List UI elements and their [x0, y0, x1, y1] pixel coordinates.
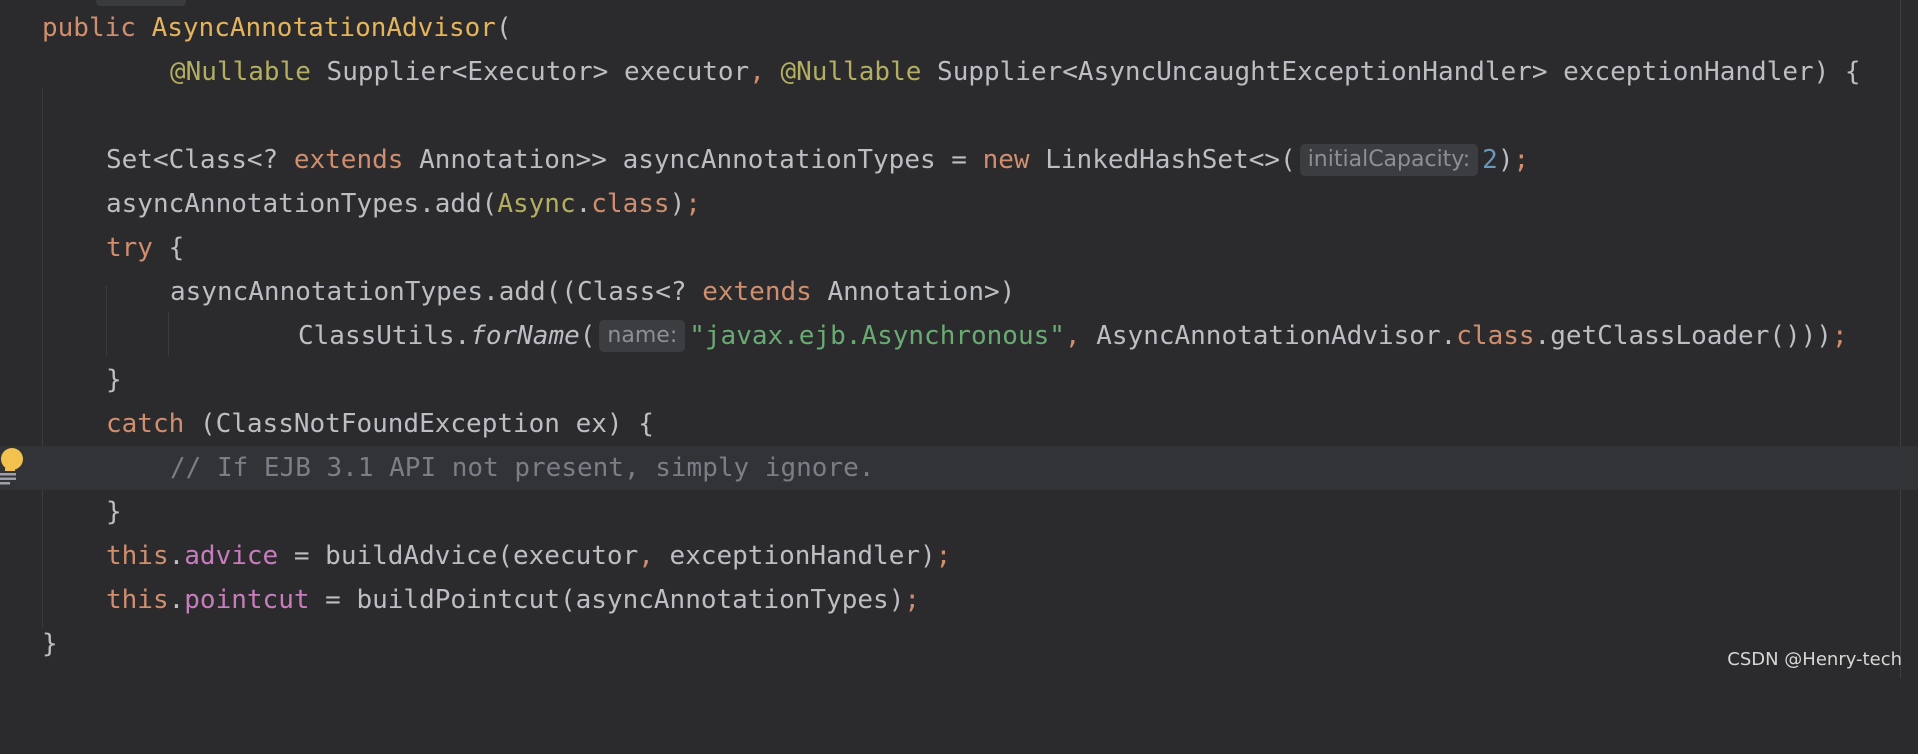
keyword: catch	[106, 409, 185, 439]
dot: .	[168, 541, 185, 571]
code-text: = buildPointcut(asyncAnnotationTypes)	[309, 585, 905, 615]
brace: }	[106, 497, 122, 527]
comma: ,	[638, 541, 654, 571]
keyword: public	[42, 13, 136, 43]
keyword: new	[982, 145, 1030, 175]
method-name: forName	[470, 321, 580, 351]
keyword: extends	[702, 277, 812, 307]
string-literal: "javax.ejb.Asynchronous"	[689, 321, 1065, 351]
keyword: class	[1456, 321, 1535, 351]
keyword: this	[106, 541, 169, 571]
code-text: )	[1497, 145, 1514, 175]
dot: .	[575, 189, 592, 219]
code-line-6[interactable]: try {	[0, 226, 184, 270]
code-text: AsyncAnnotationAdvisor.	[1080, 321, 1457, 351]
code-line-4[interactable]: Set<Class<? extends Annotation>> asyncAn…	[0, 138, 1529, 182]
code-line-10[interactable]: catch (ClassNotFoundException ex) {	[0, 402, 654, 446]
code-text: = buildAdvice(executor	[278, 541, 639, 571]
number-literal: 2	[1482, 145, 1498, 175]
code-text: (ClassNotFoundException ex) {	[184, 409, 654, 439]
code-line-15[interactable]: }	[0, 622, 63, 666]
param-type: Supplier<Executor> executor	[310, 57, 750, 87]
field-name: pointcut	[184, 585, 310, 615]
annotation: @Nullable	[764, 57, 922, 87]
code-text: ClassUtils.	[298, 321, 471, 351]
constructor-name: AsyncAnnotationAdvisor	[151, 13, 496, 43]
paren: (	[495, 13, 512, 43]
semicolon: ;	[904, 585, 920, 615]
code-editor[interactable]: public AsyncAnnotationAdvisor( @Nullable…	[0, 0, 1918, 678]
code-text: (	[579, 321, 596, 351]
annotation: @Nullable	[170, 57, 311, 87]
code-text: asyncAnnotationTypes.add(	[106, 189, 498, 219]
lightbulb-icon[interactable]	[0, 446, 24, 486]
class-ref: Async	[497, 189, 576, 219]
code-line-13[interactable]: this.advice = buildAdvice(executor, exce…	[0, 534, 951, 578]
comma: ,	[749, 57, 765, 87]
code-line-11[interactable]: // If EJB 3.1 API not present, simply ig…	[0, 446, 1918, 490]
code-text: )	[669, 189, 686, 219]
comma: ,	[1064, 321, 1081, 351]
param-type: Supplier<AsyncUncaughtExceptionHandler> …	[921, 57, 1861, 87]
brace: }	[42, 629, 58, 659]
dot: .	[168, 585, 185, 615]
code-line-1[interactable]: public AsyncAnnotationAdvisor(	[0, 6, 512, 50]
param-hint: name:	[599, 320, 686, 352]
code-text: {	[152, 233, 185, 263]
keyword: try	[106, 233, 153, 263]
brace: }	[106, 365, 122, 395]
code-text: .getClassLoader()))	[1534, 321, 1832, 351]
semicolon: ;	[1513, 145, 1530, 175]
indent-guide	[168, 312, 169, 356]
code-line-8[interactable]: ClassUtils.forName(name: "javax.ejb.Async…	[0, 314, 1848, 358]
code-line-2[interactable]: @Nullable Supplier<Executor> executor, @…	[0, 50, 1861, 94]
code-line-9[interactable]: }	[0, 358, 122, 402]
keyword: this	[106, 585, 169, 615]
code-text: exceptionHandler)	[653, 541, 936, 571]
code-text: asyncAnnotationTypes.add((Class<?	[170, 277, 703, 307]
semicolon: ;	[1831, 321, 1848, 351]
keyword: class	[591, 189, 670, 219]
watermark: CSDN @Henry-tech	[1727, 649, 1902, 670]
code-text: Annotation>)	[811, 277, 1016, 307]
code-line-7[interactable]: asyncAnnotationTypes.add((Class<? extend…	[0, 270, 1015, 314]
code-text: Set<Class<?	[106, 145, 294, 175]
semicolon: ;	[935, 541, 952, 571]
field-name: advice	[184, 541, 279, 571]
code-line-12[interactable]: }	[0, 490, 122, 534]
comment: // If EJB 3.1 API not present, simply ig…	[170, 453, 875, 483]
code-line-14[interactable]: this.pointcut = buildPointcut(asyncAnnot…	[0, 578, 920, 622]
semicolon: ;	[685, 189, 701, 219]
code-text: LinkedHashSet<>(	[1029, 145, 1296, 175]
param-hint: initialCapacity:	[1299, 144, 1479, 176]
code-line-5[interactable]: asyncAnnotationTypes.add(Async.class);	[0, 182, 701, 226]
code-text: Annotation>> asyncAnnotationTypes =	[403, 145, 983, 175]
right-margin-guide	[1900, 0, 1901, 678]
keyword: extends	[293, 145, 404, 175]
indent-guide	[106, 286, 107, 356]
